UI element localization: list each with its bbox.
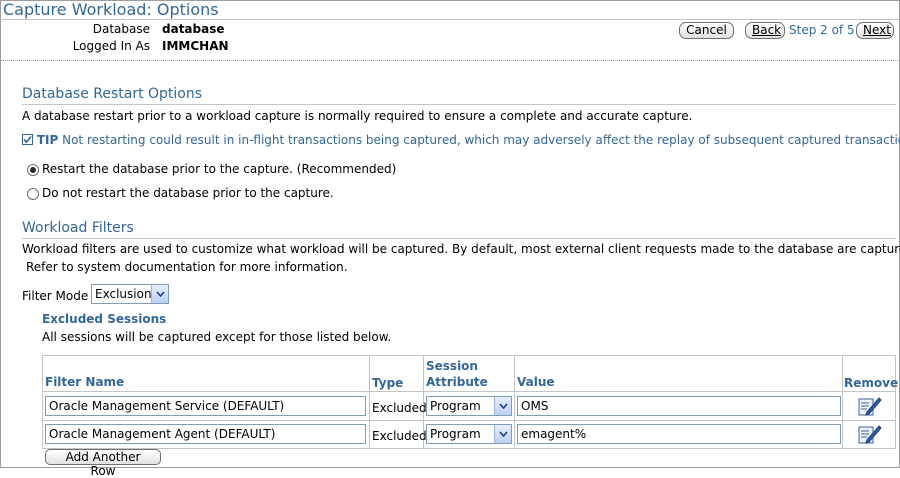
column-header-session-attribute-line2: Attribute: [426, 375, 488, 389]
restart-radio[interactable]: [27, 164, 39, 176]
add-another-row-button[interactable]: Add Another Row: [45, 449, 161, 478]
edit-icon[interactable]: [857, 423, 883, 445]
filters-section-title: Workload Filters: [22, 220, 134, 236]
table-bottom-border: [42, 448, 896, 449]
column-header-type: Type: [372, 376, 404, 390]
cancel-button[interactable]: Cancel: [679, 22, 734, 39]
table-header-border: [42, 391, 896, 392]
filter-name-input[interactable]: Oracle Management Agent (DEFAULT): [45, 424, 366, 444]
session-attribute-value: Program: [430, 427, 481, 441]
column-header-filter-name: Filter Name: [45, 375, 125, 389]
chevron-down-icon: [494, 397, 511, 415]
restart-section-rule: [22, 104, 896, 105]
next-button[interactable]: Next: [856, 22, 894, 39]
database-value: database: [162, 22, 225, 36]
session-attribute-value: Program: [430, 399, 481, 413]
filter-name-input[interactable]: Oracle Management Service (DEFAULT): [45, 396, 366, 416]
tip-label: TIP: [36, 133, 59, 147]
checkmark-icon: [22, 134, 33, 145]
column-header-value: Value: [517, 375, 555, 389]
table-col-divider: [842, 355, 843, 449]
no-restart-radio-label: Do not restart the database prior to the…: [42, 186, 334, 200]
filter-mode-label: Filter Mode: [22, 289, 89, 303]
restart-description: A database restart prior to a workload c…: [22, 109, 693, 123]
type-cell: Excluded: [372, 429, 427, 443]
table-col-divider: [514, 355, 515, 449]
database-label: Database: [92, 22, 150, 36]
tip-text: Not restarting could result in in-flight…: [62, 133, 900, 147]
table-top-border: [42, 355, 896, 356]
logged-in-label: Logged In As: [72, 39, 150, 53]
filters-description-line1: Workload filters are used to customize w…: [22, 242, 900, 256]
page-title: Capture Workload: Options: [3, 0, 219, 19]
session-attribute-select[interactable]: Program: [426, 424, 512, 444]
tip-line: TIP Not restarting could result in in-fl…: [22, 133, 900, 147]
value-input[interactable]: emagent%: [517, 424, 841, 444]
header-dotted-divider: [0, 60, 900, 61]
value-input[interactable]: OMS: [517, 396, 841, 416]
excluded-sessions-title: Excluded Sessions: [42, 312, 167, 326]
session-attribute-select[interactable]: Program: [426, 396, 512, 416]
excluded-sessions-description: All sessions will be captured except for…: [42, 330, 392, 344]
table-col-divider: [369, 355, 370, 449]
table-right-border: [895, 355, 896, 449]
title-divider: [0, 19, 900, 20]
column-header-remove: Remove: [844, 376, 899, 390]
restart-radio-label: Restart the database prior to the captur…: [42, 162, 397, 176]
table-left-border: [42, 355, 43, 449]
back-button[interactable]: Back: [745, 22, 785, 39]
filters-description-line2: Refer to system documentation for more i…: [26, 260, 348, 274]
filter-mode-value: Exclusion: [95, 287, 152, 301]
type-cell: Excluded: [372, 401, 427, 415]
chevron-down-icon: [494, 425, 511, 443]
filters-section-rule: [22, 238, 896, 239]
chevron-down-icon: [151, 285, 168, 303]
step-indicator: Step 2 of 5: [789, 23, 855, 37]
column-header-session-attribute-line1: Session: [426, 359, 478, 373]
restart-section-title: Database Restart Options: [22, 86, 203, 102]
table-row-divider: [42, 420, 896, 421]
filter-mode-select[interactable]: Exclusion: [91, 284, 169, 304]
no-restart-radio[interactable]: [27, 188, 39, 200]
logged-in-value: IMMCHAN: [162, 39, 229, 53]
edit-icon[interactable]: [857, 395, 883, 417]
